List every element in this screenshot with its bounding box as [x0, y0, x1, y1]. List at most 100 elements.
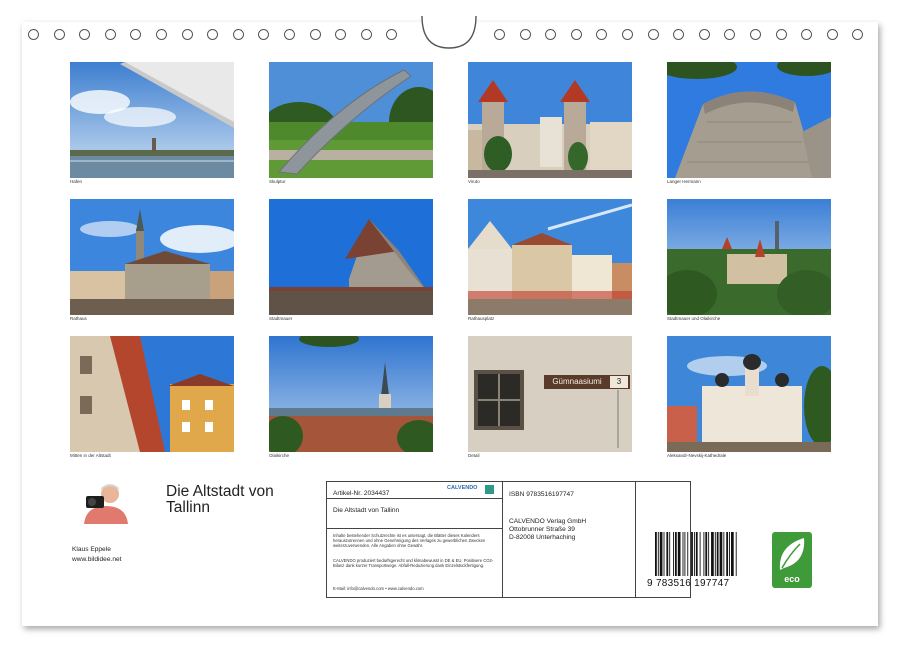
photo-skulptur: [269, 62, 433, 178]
photo-caption: Stadtmauer und Olaikirche: [667, 316, 721, 321]
barcode-bar: [703, 532, 705, 576]
isbn: ISBN 9783516197747: [509, 491, 574, 498]
calendar-title: Die Altstadt von Tallinn: [166, 484, 274, 516]
imprint-divider: [635, 482, 636, 597]
street-sign-number: 3: [610, 376, 628, 388]
publisher-street: Ottobrunner Straße 39: [509, 526, 575, 533]
barcode-bar: [693, 532, 695, 576]
barcode-bar: [735, 532, 737, 576]
photo-caption: Rathausplatz: [468, 316, 495, 321]
binding-ring: [284, 29, 295, 40]
binding-ring: [647, 29, 659, 40]
photo-viruto: [468, 62, 632, 178]
binding-ring: [622, 29, 633, 40]
barcode-bar: [714, 532, 716, 576]
barcode-bar: [691, 532, 693, 576]
photo-mitten-altstadt: [70, 336, 234, 452]
eco-label: eco: [784, 574, 800, 584]
barcode-bar: [677, 532, 681, 576]
barcode-bar: [716, 532, 719, 576]
photo-caption: Rathaus: [70, 316, 87, 321]
barcode-bar: [674, 532, 677, 576]
imprint-divider: [327, 498, 502, 499]
barcode-bar: [711, 532, 714, 576]
publisher-address: CALVENDO Verlag GmbH Ottobrunner Straße …: [509, 518, 586, 542]
barcode-bar: [729, 532, 730, 576]
photo-caption: Detail: [468, 453, 480, 458]
photo-nevskij-kathedrale: [667, 336, 831, 452]
photo-caption: Viruto: [468, 179, 480, 184]
barcode-bar: [666, 532, 669, 576]
imprint-subject: Die Altstadt von Tallinn: [333, 507, 400, 514]
binding-ring: [698, 29, 710, 40]
barcode-bar: [684, 532, 686, 576]
binding-ring: [360, 29, 372, 40]
photo-rathausplatz: [468, 199, 632, 315]
barcode-bar: [731, 532, 734, 576]
eco-badge: eco: [772, 532, 812, 588]
photo-detail: Gümnaasiumi 3: [468, 336, 632, 452]
barcode-bar: [726, 532, 729, 576]
barcode-bar: [657, 532, 659, 576]
author-name: Klaus Eppele: [72, 546, 111, 553]
article-number: Artikel-Nr. 2034437: [333, 490, 390, 497]
legal-notice: Inhalte bestehender Schutzrechte ist es …: [333, 533, 486, 549]
author-block: Klaus Eppele www.bildidee.net: [72, 545, 121, 565]
photo-stadtmauer: [269, 199, 433, 315]
street-sign-text: Gümnaasiumi: [552, 377, 602, 386]
barcode-bar: [695, 532, 698, 576]
barcode-bar: [663, 532, 665, 576]
photo-rathaus: [70, 199, 234, 315]
photo-stadtmauer-olaikirche: [667, 199, 831, 315]
barcode-bar: [699, 532, 701, 576]
eco-notice: CALVENDO produziert bedarfsgerecht und k…: [333, 558, 494, 569]
barcode-bar: [687, 532, 689, 576]
barcode-bar: [723, 532, 725, 576]
photo-olaikirche: [269, 336, 433, 452]
leaf-icon: [779, 538, 805, 570]
title-line-2: Tallinn: [166, 499, 210, 516]
binding-ring: [494, 29, 505, 40]
photo-caption: Stadtmauer: [269, 316, 293, 321]
barcode-bar: [682, 532, 684, 576]
photo-hafen: [70, 62, 234, 178]
author-website: www.bildidee.net: [72, 556, 122, 563]
photo-caption: Hafen: [70, 179, 83, 184]
binding-ring: [104, 29, 116, 40]
barcode: [655, 532, 737, 576]
barcode-bar: [708, 532, 710, 576]
photo-caption: Aleksandr-Nevskij-Kathedrale: [667, 453, 727, 458]
photo-caption: Skulptur: [269, 179, 286, 184]
binding-ring: [232, 29, 244, 40]
binding-ring: [826, 29, 838, 40]
publisher-city: D-82008 Unterhaching: [509, 534, 576, 541]
calvendo-logo-icon: [485, 485, 494, 494]
photo-caption: Langer Hermann: [667, 179, 701, 184]
binding-ring: [156, 29, 167, 40]
hanger-hook: [421, 15, 477, 49]
photo-caption: Mitten in der Altstadt: [70, 453, 111, 458]
contact-line: E-Mail: info@calvendo.com • www.calvendo…: [333, 586, 424, 591]
binding-ring: [750, 29, 761, 40]
photo-langer-hermann: [667, 62, 831, 178]
barcode-bar: [719, 532, 723, 576]
barcode-bar: [705, 532, 708, 576]
binding-ring: [53, 29, 65, 40]
barcode-bar: [659, 532, 663, 576]
binding-ring: [28, 29, 39, 40]
imprint-divider: [327, 528, 502, 529]
binding-ring: [181, 29, 193, 40]
binding-ring: [775, 29, 787, 40]
barcode-digits: 9 783516 197747: [647, 578, 730, 589]
publisher-name: CALVENDO Verlag GmbH: [509, 518, 587, 525]
barcode-bar: [669, 532, 671, 576]
barcode-bar: [655, 532, 657, 576]
author-photo: [78, 480, 132, 524]
binding-ring: [519, 29, 531, 40]
binding-ring: [570, 29, 582, 40]
imprint-box: Artikel-Nr. 2034437 CALVENDO Die Altstad…: [326, 481, 737, 598]
imprint-divider: [502, 482, 503, 597]
calvendo-logo-text: CALVENDO: [447, 485, 478, 491]
binding-ring: [309, 29, 321, 40]
title-line-1: Die Altstadt von: [166, 483, 274, 500]
